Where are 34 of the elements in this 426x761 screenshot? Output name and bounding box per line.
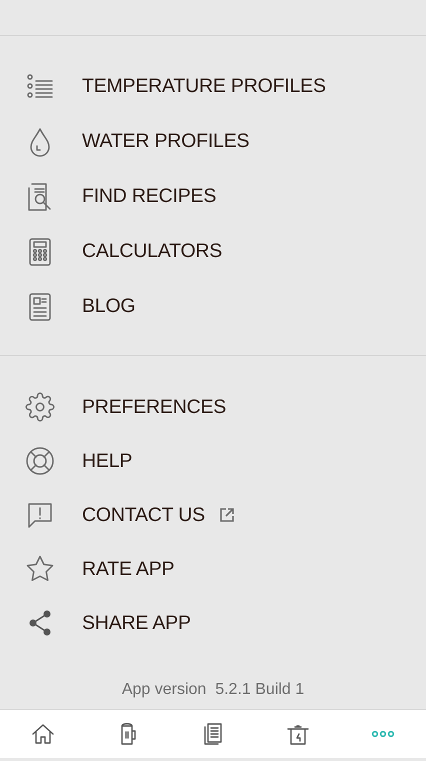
menu-item-label: CONTACT US [82, 504, 205, 526]
menu-item-label: RATE APP [82, 558, 174, 580]
menu-item-label: CALCULATORS [82, 240, 222, 263]
newspaper-icon [28, 292, 52, 322]
menu-item[interactable]: CALCULATORS [0, 224, 426, 279]
document-icon [203, 722, 223, 746]
more-icon [371, 730, 396, 738]
menu-item[interactable]: FIND RECIPES [0, 169, 426, 224]
menu-item-label: PREFERENCES [82, 396, 226, 418]
menu-item[interactable]: RATE APP [0, 542, 426, 596]
menu-item-label: WATER PROFILES [82, 130, 250, 153]
menu-item[interactable]: PREFERENCES [0, 380, 426, 434]
menu-item[interactable]: BLOG [0, 279, 426, 334]
calculator-icon [28, 236, 52, 266]
menu-item[interactable]: WATER PROFILES [0, 114, 426, 169]
drop-icon [28, 126, 52, 156]
menu-item[interactable]: TEMPERATURE PROFILES [0, 59, 426, 114]
menu-item-label: BLOG [82, 295, 136, 318]
message-alert-icon [26, 501, 54, 529]
menu-item-label: HELP [82, 450, 132, 472]
mug-icon [118, 722, 137, 746]
list-icon [26, 72, 54, 100]
lifebuoy-icon [25, 446, 55, 476]
star-icon [25, 554, 55, 584]
menu-item-label: SHARE APP [82, 612, 191, 634]
settings-icon [25, 392, 55, 422]
menu-item-label: FIND RECIPES [82, 185, 216, 208]
menu-item[interactable]: SHARE APP [0, 596, 426, 650]
menu-item[interactable]: CONTACT US [0, 488, 426, 542]
menu-item[interactable]: HELP [0, 434, 426, 488]
share-icon [27, 609, 53, 637]
app-version: App version 5.2.1 Build 1 [122, 681, 304, 699]
menu-item-label: TEMPERATURE PROFILES [82, 75, 326, 98]
home-icon [30, 723, 55, 745]
